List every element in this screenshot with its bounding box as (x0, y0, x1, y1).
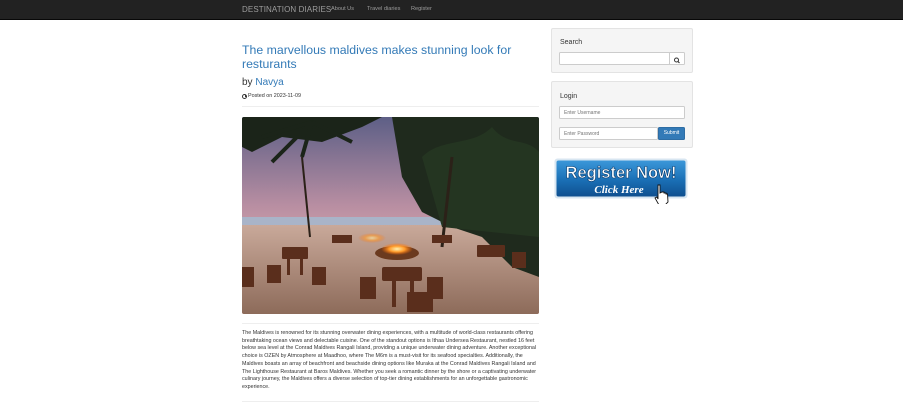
divider (242, 323, 539, 324)
post-image (242, 117, 539, 314)
search-button[interactable] (669, 52, 685, 65)
nav-travel-diaries[interactable]: Travel diaries (367, 6, 400, 12)
brand-link[interactable]: DESTINATION DIARIES (242, 5, 331, 14)
register-now-banner[interactable]: Register Now! Click Here (553, 156, 690, 206)
post-date: Posted on 2023-11-09 (242, 93, 301, 99)
nav-register[interactable]: Register (411, 6, 432, 12)
divider (242, 106, 539, 107)
search-input[interactable] (559, 52, 670, 65)
post-body: The Maldives is renowned for its stunnin… (242, 330, 537, 390)
login-title: Login (560, 93, 578, 100)
post-title[interactable]: The marvellous maldives makes stunning l… (242, 43, 537, 71)
author-link[interactable]: Navya (255, 77, 283, 88)
search-widget: Search (551, 28, 693, 73)
clock-icon (242, 93, 247, 99)
search-icon (674, 57, 680, 64)
search-title: Search (560, 39, 583, 46)
post-date-text: Posted on 2023-11-09 (248, 93, 301, 99)
banner-register-now-text: Register Now! (566, 164, 677, 182)
byline-prefix: by (242, 77, 253, 88)
login-widget: Login Submit (551, 81, 693, 148)
divider (242, 401, 539, 402)
password-field[interactable] (559, 127, 658, 140)
nav-about-us[interactable]: About Us (331, 6, 354, 12)
submit-button[interactable]: Submit (658, 127, 685, 140)
post-byline: by Navya (242, 77, 284, 88)
top-navbar: DESTINATION DIARIES About Us Travel diar… (0, 0, 903, 20)
banner-click-here-text: Click Here (594, 184, 643, 196)
username-field[interactable] (559, 106, 685, 119)
